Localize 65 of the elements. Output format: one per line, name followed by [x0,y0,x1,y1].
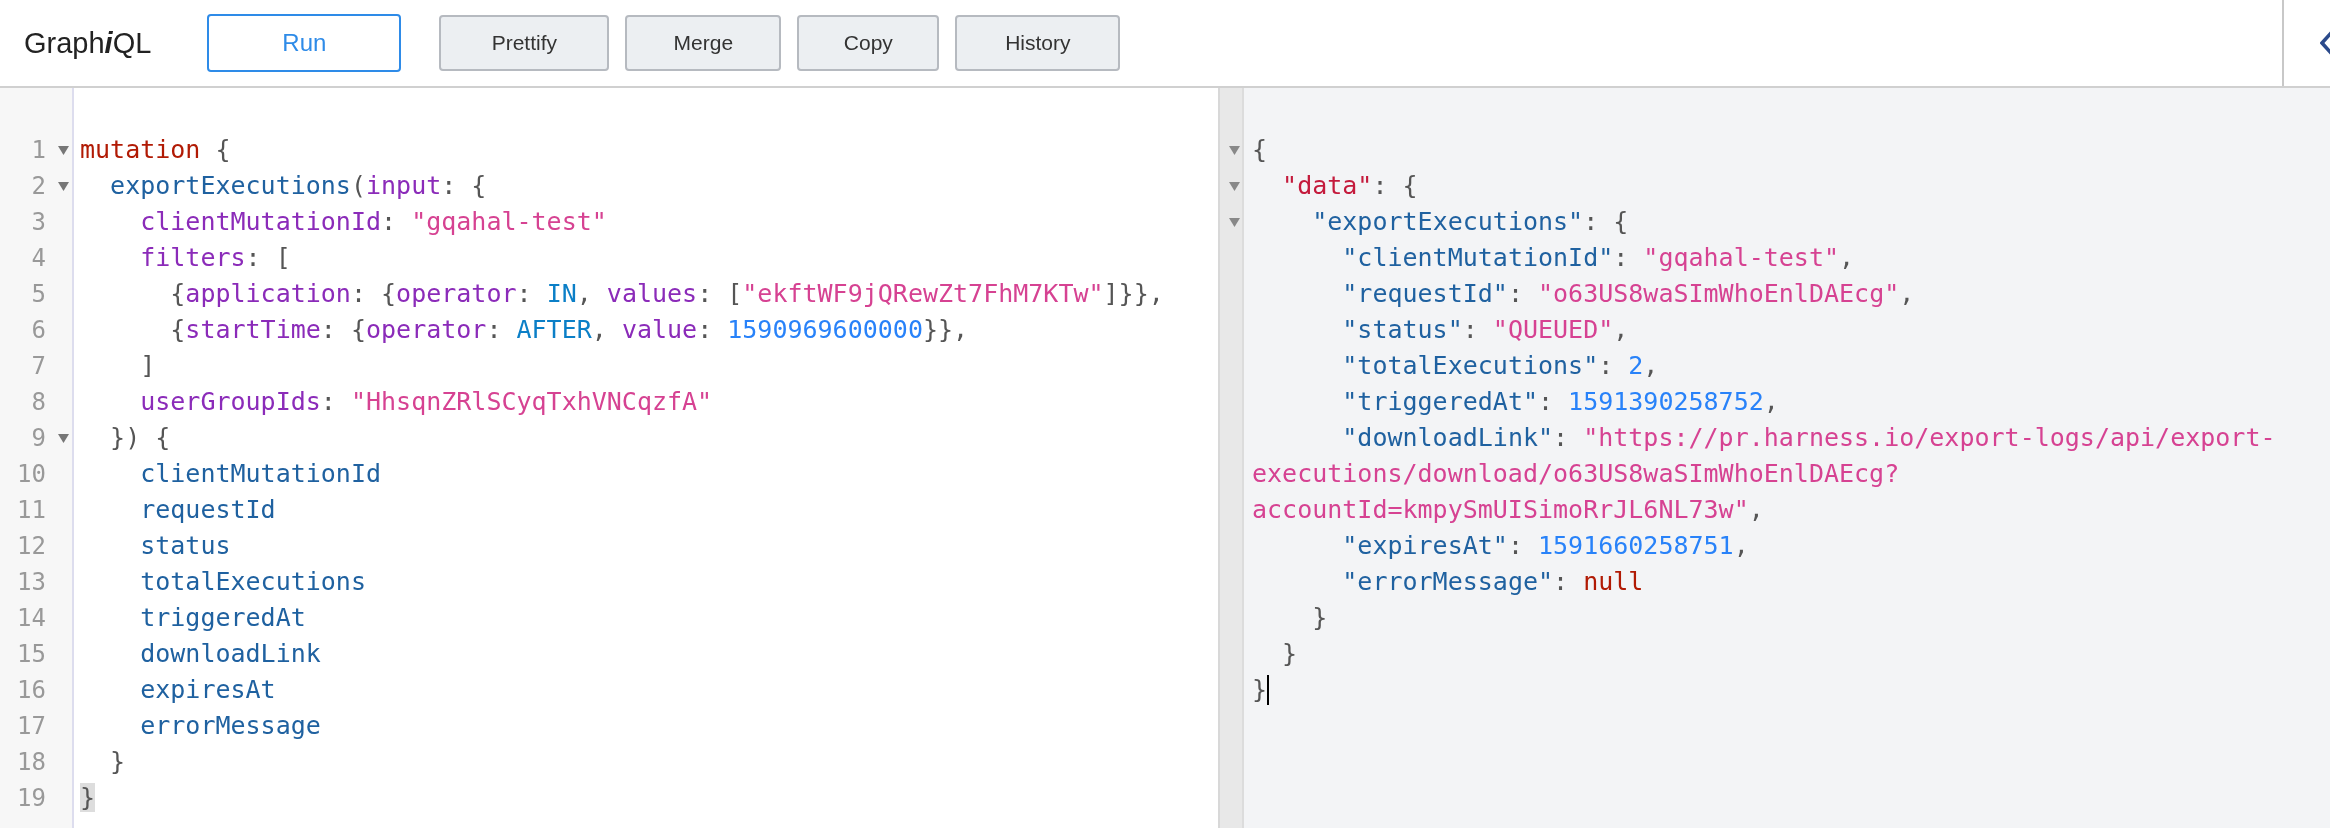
line-number: 15 [16,639,46,670]
fold-arrow-icon[interactable] [57,181,69,191]
code-line: clientMutationId [139,458,382,490]
query-editor[interactable] [0,88,1220,828]
line-number: 11 [16,495,46,526]
fold-arrow-icon[interactable] [1228,181,1240,191]
line-number: 3 [30,207,46,238]
code-line: totalExecutions [139,566,366,598]
code-line: "expiresAt": 1591660258751, [1341,530,1749,562]
code-line: } [1281,638,1298,670]
fold-arrow-icon[interactable] [57,145,69,155]
code-line: userGroupIds: "HhsqnZRlSCyqTxhVNCqzfA" [139,386,713,418]
code-line: "totalExecutions": 2, [1341,350,1659,382]
code-line: expiresAt [139,674,276,706]
code-line: status [139,530,231,562]
toolbar-button[interactable]: Copy [797,15,940,71]
code-line: clientMutationId: "gqahal-test" [139,206,607,238]
code-line: } [109,746,126,778]
toolbar-button[interactable]: Merge [625,15,782,71]
code-line: "status": "QUEUED", [1341,314,1629,346]
code-line: {application: {operator: IN, values: ["ekftWF9jQRewZt7FhM7KTw"]}}, [169,278,1164,310]
code-line: triggeredAt [139,602,306,634]
code-line: exportExecutions(input: { [109,170,487,202]
chevron-left-icon[interactable] [2320,30,2330,56]
code-line: "requestId": "o63US8waSImWhoEnlDAEcg", [1341,278,1915,310]
code-line: errorMessage [139,710,321,742]
line-number: 10 [16,459,46,490]
line-number: 1 [30,135,46,166]
code-line: downloadLink [139,638,321,670]
code-line: {startTime: {operator: AFTER, value: 1590969600000}}, [169,314,969,346]
line-number: 14 [16,603,46,634]
line-number: 4 [30,243,46,274]
line-number: 16 [16,675,46,706]
code-line: } [1311,602,1328,634]
line-number: 2 [30,171,46,202]
app-logo: GraphiQL [24,26,152,60]
run-button[interactable]: Run [207,14,402,72]
fold-arrow-icon[interactable] [1228,145,1240,155]
code-line: "exportExecutions": { [1311,206,1629,238]
line-number: 19 [16,783,46,814]
code-line: "downloadLink": "https://pr.harness.io/export-logs/api/export-executions/download/o63US8waSImWhoEnlDAEcg?accountId=kmpySmUISimoRrJL6NL73w", [1252,422,2277,526]
code-line: "data": { [1281,170,1418,202]
code-line: "clientMutationId": "gqahal-test", [1341,242,1855,274]
code-line: "triggeredAt": 1591390258752, [1341,386,1779,418]
line-number: 18 [16,747,46,778]
code-line: { [1252,134,1268,166]
line-number: 17 [16,711,46,742]
fold-arrow-icon[interactable] [1228,217,1240,227]
code-line: filters: [ [139,242,291,274]
line-number: 13 [16,567,46,598]
code-line: requestId [139,494,276,526]
line-number: 12 [16,531,46,562]
line-number: 7 [30,351,46,382]
code-line: mutation { [80,134,231,166]
code-line: "errorMessage": null [1341,566,1644,598]
code-line: ] [139,350,156,382]
line-number: 6 [30,315,46,346]
toolbar-button[interactable]: Prettify [439,15,610,71]
toolbar-button[interactable]: History [955,15,1121,71]
code-line: }) { [109,422,171,454]
fold-arrow-icon[interactable] [57,433,69,443]
line-number: 5 [30,279,46,310]
line-number: 9 [30,423,46,454]
code-line: } [1252,674,1268,706]
line-number: 8 [30,387,46,418]
